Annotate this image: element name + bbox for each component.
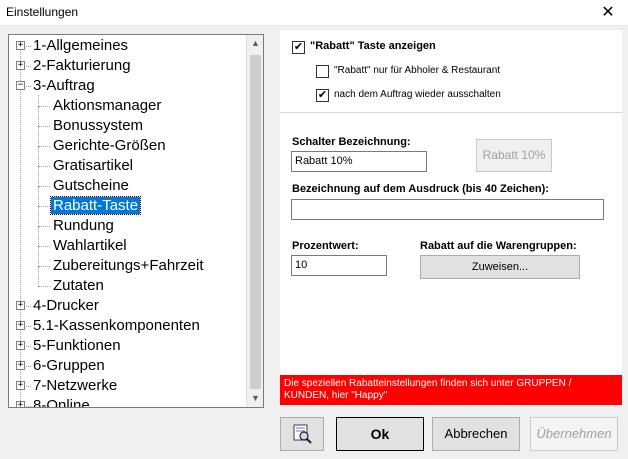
button-label-heading: Schalter Bezeichnung:	[292, 136, 411, 148]
expand-plus-icon[interactable]: +	[16, 61, 25, 70]
window-title: Einstellungen	[6, 5, 79, 19]
show-button-checkbox[interactable]: ✔	[292, 41, 305, 54]
ok-button[interactable]: Ok	[336, 417, 424, 451]
tree-item-category[interactable]: 2-Fakturierung	[31, 56, 133, 76]
tree-item-label: 8-Online	[33, 397, 90, 408]
tree-item-child[interactable]: Wahlartikel	[51, 236, 129, 256]
scroll-down-icon[interactable]: ▼	[247, 390, 263, 407]
tree-item-category[interactable]: 4-Drucker	[31, 296, 101, 316]
tree-item-child[interactable]: Rabatt-Taste	[49, 196, 142, 216]
tree-connector	[38, 186, 50, 187]
tree-item-label: 1-Allgemeines	[33, 37, 129, 54]
only-pickup-label: "Rabatt" nur für Abholer & Restaurant	[334, 65, 501, 76]
tree-item-child[interactable]: Rundung	[51, 216, 116, 236]
tree-item-label: Gutscheine	[53, 177, 129, 194]
tree-connector	[38, 246, 50, 247]
tree-item-label: 4-Drucker	[33, 297, 99, 314]
tree-connector	[38, 266, 50, 267]
preview-rabatt-button[interactable]: Rabatt 10%	[476, 139, 552, 172]
tree-item-category[interactable]: 6-Gruppen	[31, 356, 107, 376]
percent-input[interactable]: 10	[291, 255, 387, 276]
show-button-label: "Rabatt" Taste anzeigen	[310, 40, 436, 52]
tree-connector	[20, 45, 21, 407]
search-document-icon	[293, 424, 312, 444]
help-button[interactable]	[280, 417, 324, 451]
tree-item-label: Wahlartikel	[53, 237, 127, 254]
scroll-thumb[interactable]	[250, 55, 261, 389]
expand-plus-icon[interactable]: +	[16, 41, 25, 50]
tree-item-category[interactable]: 5-Funktionen	[31, 336, 123, 356]
title-bar: Einstellungen ✕	[0, 0, 628, 26]
print-label-heading: Bezeichnung auf dem Ausdruck (bis 40 Zei…	[292, 183, 549, 195]
info-bar: Die speziellen Rabatteinstellungen finde…	[280, 375, 622, 405]
tree-connector	[38, 286, 50, 287]
tree-item-category[interactable]: 3-Auftrag	[31, 76, 97, 96]
tree-item-label: Gratisartikel	[53, 157, 134, 174]
tree-item-label: Gerichte-Größen	[53, 137, 166, 154]
expand-plus-icon[interactable]: +	[16, 341, 25, 350]
expand-plus-icon[interactable]: +	[16, 401, 25, 407]
tree-connector	[38, 126, 50, 127]
tree-item-label: 3-Auftrag	[33, 77, 95, 94]
tree-connector	[38, 226, 50, 227]
tree-item-label: Aktionsmanager	[53, 97, 162, 114]
tree-connector	[38, 206, 50, 207]
tree-item-child[interactable]: Gratisartikel	[51, 156, 135, 176]
expand-plus-icon[interactable]: +	[16, 361, 25, 370]
rabatt-settings-panel: ✔ "Rabatt" Taste anzeigen "Rabatt" nur f…	[280, 30, 622, 405]
tree-item-label: 7-Netzwerke	[33, 377, 118, 394]
only-pickup-checkbox[interactable]	[316, 65, 329, 78]
settings-window: Einstellungen ✕ +1-Allgemeines +2-Fakturi…	[0, 0, 628, 459]
auto-off-label: nach dem Auftrag wieder ausschalten	[334, 89, 501, 100]
tree-item-label: 5-Funktionen	[33, 337, 121, 354]
tree-item-label: 2-Fakturierung	[33, 57, 131, 74]
tree-item-child[interactable]: Zubereitungs+Fahrzeit	[51, 256, 206, 276]
tree-item-label: Bonussystem	[53, 117, 144, 134]
settings-tree[interactable]: +1-Allgemeines +2-Fakturierung −3-Auftrag A…	[8, 34, 264, 408]
percent-heading: Prozentwert:	[292, 240, 359, 252]
tree-connector	[38, 166, 50, 167]
expand-plus-icon[interactable]: +	[16, 321, 25, 330]
assign-groups-button[interactable]: Zuweisen...	[420, 255, 580, 279]
tree-item-label: Rabatt-Taste	[49, 196, 142, 215]
tree-item-child[interactable]: Bonussystem	[51, 116, 145, 136]
tree-item-category[interactable]: 1-Allgemeines	[31, 36, 130, 56]
close-button[interactable]: ✕	[588, 0, 628, 26]
apply-button[interactable]: Übernehmen	[530, 417, 618, 451]
scroll-up-icon[interactable]: ▲	[247, 35, 263, 52]
expand-plus-icon[interactable]: +	[16, 301, 25, 310]
tree-item-label: 6-Gruppen	[33, 357, 105, 374]
print-label-input[interactable]	[291, 199, 604, 220]
button-label-input[interactable]: Rabatt 10%	[291, 151, 427, 172]
tree-connector	[38, 95, 39, 286]
groups-heading: Rabatt auf die Warengruppen:	[420, 240, 577, 252]
cancel-button[interactable]: Abbrechen	[432, 417, 520, 451]
tree-item-label: Zutaten	[53, 277, 104, 294]
tree-scrollbar[interactable]: ▲ ▼	[246, 35, 263, 407]
tree-connector	[38, 146, 50, 147]
tree-item-child[interactable]: Gerichte-Größen	[51, 136, 168, 156]
tree-item-child[interactable]: Gutscheine	[51, 176, 131, 196]
tree-item-category[interactable]: 8-Online	[31, 396, 92, 408]
auto-off-checkbox[interactable]: ✔	[316, 89, 329, 102]
separator	[280, 112, 622, 113]
tree-item-category[interactable]: 7-Netzwerke	[31, 376, 119, 396]
tree-item-child[interactable]: Zutaten	[51, 276, 106, 296]
tree-item-child[interactable]: Aktionsmanager	[51, 96, 163, 116]
collapse-minus-icon[interactable]: −	[16, 81, 25, 90]
tree-item-label: Zubereitungs+Fahrzeit	[53, 257, 204, 274]
tree-connector	[38, 106, 50, 107]
tree-item-label: Rundung	[53, 217, 114, 234]
tree-item-category[interactable]: 5.1-Kassenkomponenten	[31, 316, 202, 336]
tree-item-label: 5.1-Kassenkomponenten	[33, 317, 200, 334]
expand-plus-icon[interactable]: +	[16, 381, 25, 390]
